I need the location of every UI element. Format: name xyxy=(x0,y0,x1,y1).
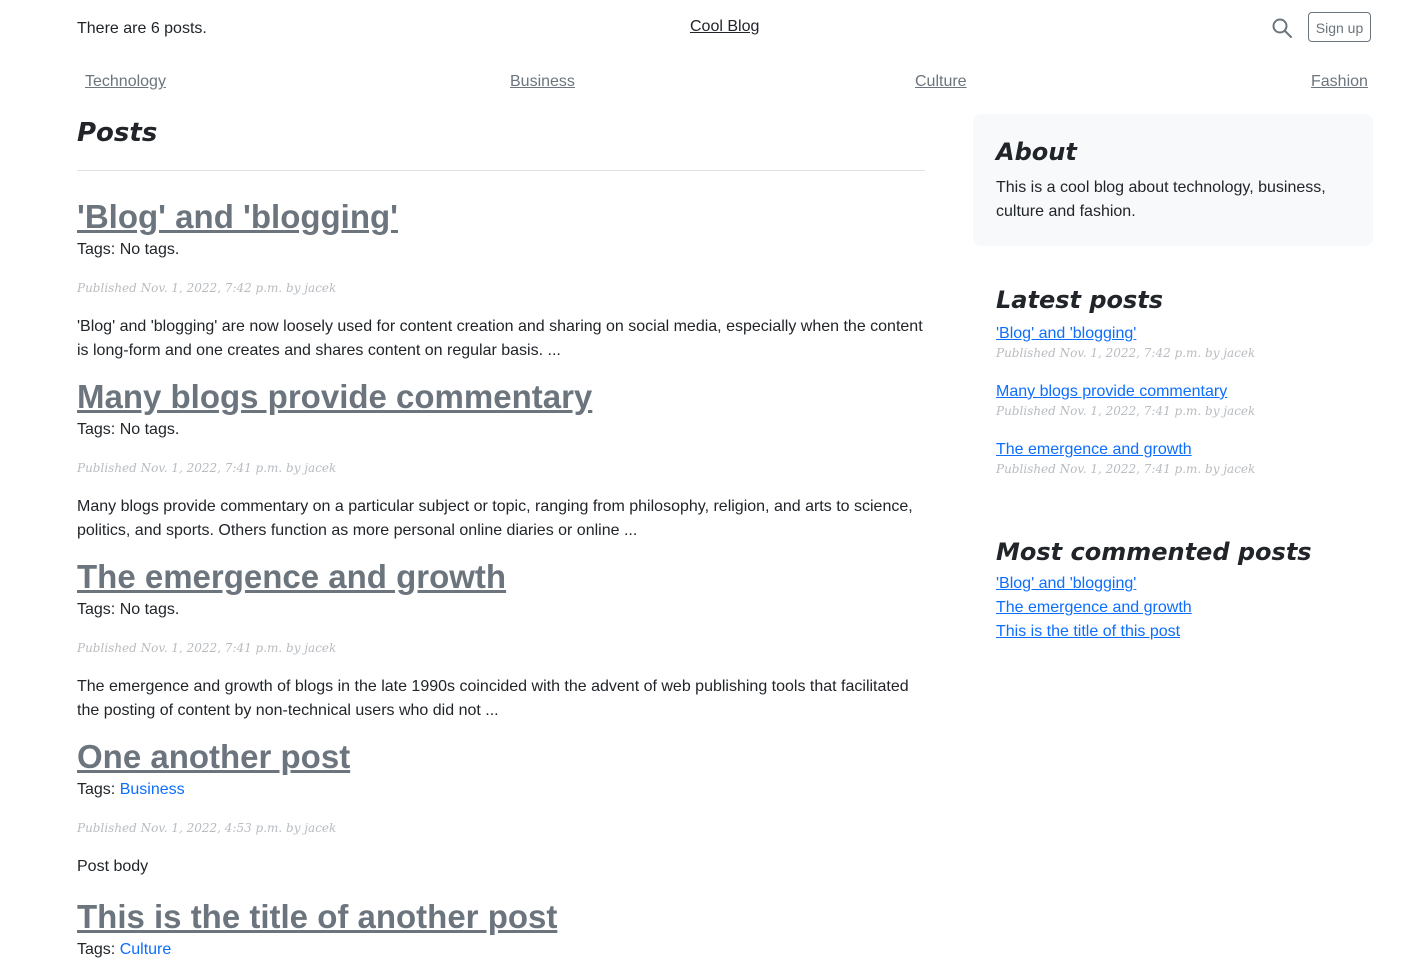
post-tags: Tags: No tags. xyxy=(77,601,925,619)
most-commented-link[interactable]: The emergence and growth xyxy=(996,596,1350,620)
post-title-link[interactable]: One another post xyxy=(77,737,925,777)
tags-label: Tags: xyxy=(77,941,116,958)
post-title-link[interactable]: This is the title of another post xyxy=(77,897,925,937)
post-meta: Published Nov. 1, 2022, 4:53 p.m. by jac… xyxy=(77,821,337,835)
brand-link[interactable]: Cool Blog xyxy=(690,18,759,36)
post-tags: Tags: No tags. xyxy=(77,241,925,259)
site-header: There are 6 posts. Cool Blog Sign up xyxy=(0,0,1405,60)
post-meta: Published Nov. 1, 2022, 7:42 p.m. by jac… xyxy=(77,281,337,295)
latest-post-meta: Published Nov. 1, 2022, 7:42 p.m. by jac… xyxy=(996,346,1256,360)
post-title-link[interactable]: The emergence and growth xyxy=(77,557,925,597)
latest-post-item: Many blogs provide commentary Published … xyxy=(996,380,1350,418)
latest-posts-heading: Latest posts xyxy=(996,286,1164,314)
post-excerpt: Many blogs provide commentary on a parti… xyxy=(77,498,913,539)
about-heading: About xyxy=(996,138,1077,166)
latest-post-item: 'Blog' and 'blogging' Published Nov. 1, … xyxy=(996,322,1350,360)
tag-link[interactable]: Culture xyxy=(120,941,172,958)
post-title-link[interactable]: Many blogs provide commentary xyxy=(77,377,925,417)
most-commented-posts: Most commented posts 'Blog' and 'bloggin… xyxy=(973,538,1373,644)
latest-post-meta: Published Nov. 1, 2022, 7:41 p.m. by jac… xyxy=(996,404,1256,418)
post-item: One another post Tags: Business Publishe… xyxy=(77,737,925,879)
post-tags: Tags: No tags. xyxy=(77,421,925,439)
most-commented-link[interactable]: 'Blog' and 'blogging' xyxy=(996,572,1350,596)
post-meta: Published Nov. 1, 2022, 7:41 p.m. by jac… xyxy=(77,461,337,475)
most-commented-link[interactable]: This is the title of this post xyxy=(996,620,1350,644)
nav-item-culture[interactable]: Culture xyxy=(915,73,967,91)
category-nav: Technology Business Culture Fashion xyxy=(0,73,1405,97)
latest-post-link[interactable]: The emergence and growth xyxy=(996,438,1350,462)
post-item: Many blogs provide commentary Tags: No t… xyxy=(77,377,925,543)
tags-label: Tags: xyxy=(77,781,116,798)
tags-label: Tags: xyxy=(77,601,116,618)
about-text: This is a cool blog about technology, bu… xyxy=(996,179,1326,220)
post-item: 'Blog' and 'blogging' Tags: No tags. Pub… xyxy=(77,197,925,363)
post-count: There are 6 posts. xyxy=(77,20,207,37)
tags-label: Tags: xyxy=(77,241,116,258)
divider xyxy=(77,170,925,171)
post-excerpt: 'Blog' and 'blogging' are now loosely us… xyxy=(77,318,923,359)
nav-item-fashion[interactable]: Fashion xyxy=(1311,73,1368,91)
post-excerpt: The emergence and growth of blogs in the… xyxy=(77,678,909,719)
post-item: The emergence and growth Tags: No tags. … xyxy=(77,557,925,723)
latest-posts: Latest posts 'Blog' and 'blogging' Publi… xyxy=(973,286,1373,476)
post-title-link[interactable]: 'Blog' and 'blogging' xyxy=(77,197,925,237)
tags-label: Tags: xyxy=(77,421,116,438)
about-panel: About This is a cool blog about technolo… xyxy=(973,114,1373,246)
post-tags: Tags: Culture xyxy=(77,941,925,959)
post-excerpt: Post body xyxy=(77,858,149,875)
post-item: This is the title of another post Tags: … xyxy=(77,897,925,959)
search-icon[interactable] xyxy=(1271,17,1293,39)
signup-button[interactable]: Sign up xyxy=(1308,12,1371,42)
tags-value: No tags. xyxy=(119,241,180,258)
nav-item-technology[interactable]: Technology xyxy=(85,73,166,91)
sidebar: About This is a cool blog about technolo… xyxy=(973,114,1373,644)
latest-post-item: The emergence and growth Published Nov. … xyxy=(996,438,1350,476)
post-tags: Tags: Business xyxy=(77,781,925,799)
post-meta: Published Nov. 1, 2022, 7:41 p.m. by jac… xyxy=(77,641,337,655)
tags-value: No tags. xyxy=(119,421,180,438)
posts-main: Posts 'Blog' and 'blogging' Tags: No tag… xyxy=(77,112,925,959)
latest-post-link[interactable]: Many blogs provide commentary xyxy=(996,380,1350,404)
tags-value: No tags. xyxy=(119,601,180,618)
tag-link[interactable]: Business xyxy=(120,781,185,798)
most-commented-heading: Most commented posts xyxy=(996,538,1312,566)
latest-post-meta: Published Nov. 1, 2022, 7:41 p.m. by jac… xyxy=(996,462,1256,476)
nav-item-business[interactable]: Business xyxy=(510,73,575,91)
page-title: Posts xyxy=(77,118,158,148)
latest-post-link[interactable]: 'Blog' and 'blogging' xyxy=(996,322,1350,346)
